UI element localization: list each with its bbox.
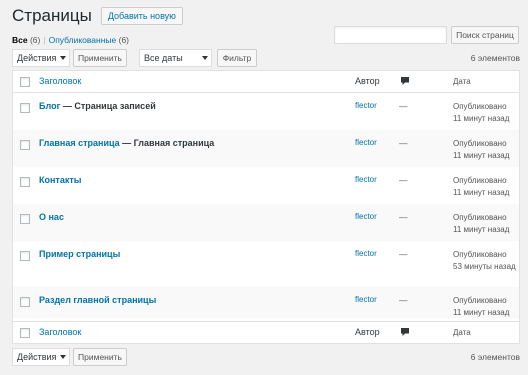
- page-title-link[interactable]: Раздел главной страницы: [39, 295, 156, 305]
- search-pages-button[interactable]: Поиск страниц: [451, 26, 519, 44]
- date-filter-select[interactable]: Все даты: [139, 49, 212, 67]
- items-count: 6 элементов: [470, 53, 520, 63]
- items-count-bottom: 6 элементов: [470, 352, 520, 362]
- page-title-link[interactable]: Пример страницы: [39, 249, 120, 259]
- publish-time: 11 минут назад: [453, 308, 510, 317]
- sort-by-title-footer[interactable]: Заголовок: [39, 327, 81, 337]
- comments-count: —: [399, 175, 408, 185]
- page-state-label: — Страница записей: [60, 101, 156, 111]
- row-checkbox[interactable]: [20, 103, 30, 113]
- date-cell: Опубликовано 11 минут назад: [453, 212, 517, 236]
- status-filters: Все (6) | Опубликованные (6): [12, 35, 129, 45]
- table-row: О нас flector — Опубликовано 11 минут назад: [13, 204, 519, 241]
- comment-icon: [401, 328, 409, 336]
- date-cell: Опубликовано 11 минут назад: [453, 295, 517, 319]
- author-link[interactable]: flector: [355, 175, 377, 184]
- page-state-label: — Главная страница: [119, 138, 215, 148]
- author-column-footer: Автор: [355, 327, 380, 337]
- row-title-cell: Блог — Страница записей: [39, 101, 156, 111]
- date-cell: Опубликовано 11 минут назад: [453, 175, 517, 199]
- page-title-link[interactable]: Блог: [39, 101, 60, 111]
- tablenav-bottom: Действия Применить 6 элементов: [12, 348, 520, 368]
- author-link[interactable]: flector: [355, 138, 377, 147]
- sort-by-title[interactable]: Заголовок: [39, 76, 81, 86]
- select-all-checkbox-footer[interactable]: [20, 328, 30, 338]
- publish-time: 11 минут назад: [453, 188, 510, 197]
- publish-status: Опубликовано: [453, 139, 507, 148]
- row-title-cell: Контакты: [39, 175, 81, 185]
- table-header-row: Заголовок Автор Дата: [13, 71, 519, 93]
- comments-count: —: [399, 295, 408, 305]
- row-title-cell: О нас: [39, 212, 64, 222]
- bulk-actions-select-bottom[interactable]: Действия: [12, 348, 70, 366]
- comments-count: —: [399, 101, 408, 111]
- row-checkbox[interactable]: [20, 297, 30, 307]
- apply-button[interactable]: Применить: [73, 49, 127, 67]
- publish-status: Опубликовано: [453, 102, 507, 111]
- apply-button-bottom[interactable]: Применить: [73, 348, 127, 366]
- author-link[interactable]: flector: [355, 295, 377, 304]
- author-link[interactable]: flector: [355, 249, 377, 258]
- publish-status: Опубликовано: [453, 176, 507, 185]
- chevron-down-icon: [60, 56, 66, 60]
- comments-count: —: [399, 138, 408, 148]
- table-footer-row: Заголовок Автор Дата: [13, 321, 519, 343]
- filter-separator: |: [43, 35, 46, 45]
- publish-time: 11 минут назад: [453, 151, 510, 160]
- pages-table: Заголовок Автор Дата Блог — Страница зап…: [12, 70, 520, 344]
- add-new-page-button[interactable]: Добавить новую: [100, 7, 183, 25]
- table-row: Раздел главной страницы flector — Опубликов…: [13, 287, 519, 318]
- publish-status: Опубликовано: [453, 296, 507, 305]
- chevron-down-icon: [202, 56, 208, 60]
- row-title-cell: Главная страница — Главная страница: [39, 138, 214, 148]
- table-row: Контакты flector — Опубликовано 11 минут наз…: [13, 167, 519, 204]
- author-link[interactable]: flector: [355, 212, 377, 221]
- table-row: Главная страница — Главная страница flect…: [13, 130, 519, 167]
- row-checkbox[interactable]: [20, 251, 30, 261]
- publish-time: 11 минут назад: [453, 225, 510, 234]
- chevron-down-icon: [60, 355, 66, 359]
- table-row: Блог — Страница записей flector — Опубликов…: [13, 93, 519, 130]
- date-cell: Опубликовано 53 минуты назад: [453, 249, 517, 273]
- filter-all[interactable]: Все (6): [12, 35, 40, 45]
- row-checkbox[interactable]: [20, 214, 30, 224]
- sort-by-date[interactable]: Дата: [453, 76, 517, 88]
- page-title: Страницы: [12, 6, 92, 25]
- row-title-cell: Пример страницы: [39, 249, 120, 259]
- row-checkbox[interactable]: [20, 177, 30, 187]
- page-title-link[interactable]: Контакты: [39, 175, 81, 185]
- publish-time: 53 минуты назад: [453, 262, 516, 271]
- page-header: Страницы Добавить новую: [12, 6, 183, 26]
- comment-icon: [401, 77, 409, 85]
- table-row: Пример страницы flector — Опубликовано 53 ми…: [13, 241, 519, 287]
- row-title-cell: Раздел главной страницы: [39, 295, 156, 305]
- date-cell: Опубликовано 11 минут назад: [453, 101, 517, 125]
- bulk-actions-select[interactable]: Действия: [12, 49, 70, 67]
- author-link[interactable]: flector: [355, 101, 377, 110]
- author-column-header: Автор: [355, 76, 380, 86]
- filter-button[interactable]: Фильтр: [217, 49, 257, 67]
- date-cell: Опубликовано 11 минут назад: [453, 138, 517, 162]
- sort-by-date-footer[interactable]: Дата: [453, 327, 517, 339]
- filter-published[interactable]: Опубликованные (6): [49, 35, 129, 45]
- publish-time: 11 минут назад: [453, 114, 510, 123]
- publish-status: Опубликовано: [453, 213, 507, 222]
- comments-count: —: [399, 212, 408, 222]
- tablenav-top: Действия Применить Все даты Фильтр 6 эле…: [12, 49, 520, 69]
- select-all-checkbox[interactable]: [20, 77, 30, 87]
- publish-status: Опубликовано: [453, 250, 507, 259]
- row-checkbox[interactable]: [20, 140, 30, 150]
- page-title-link[interactable]: О нас: [39, 212, 64, 222]
- comments-count: —: [399, 249, 408, 259]
- search-input[interactable]: [334, 26, 447, 44]
- page-title-link[interactable]: Главная страница: [39, 138, 120, 148]
